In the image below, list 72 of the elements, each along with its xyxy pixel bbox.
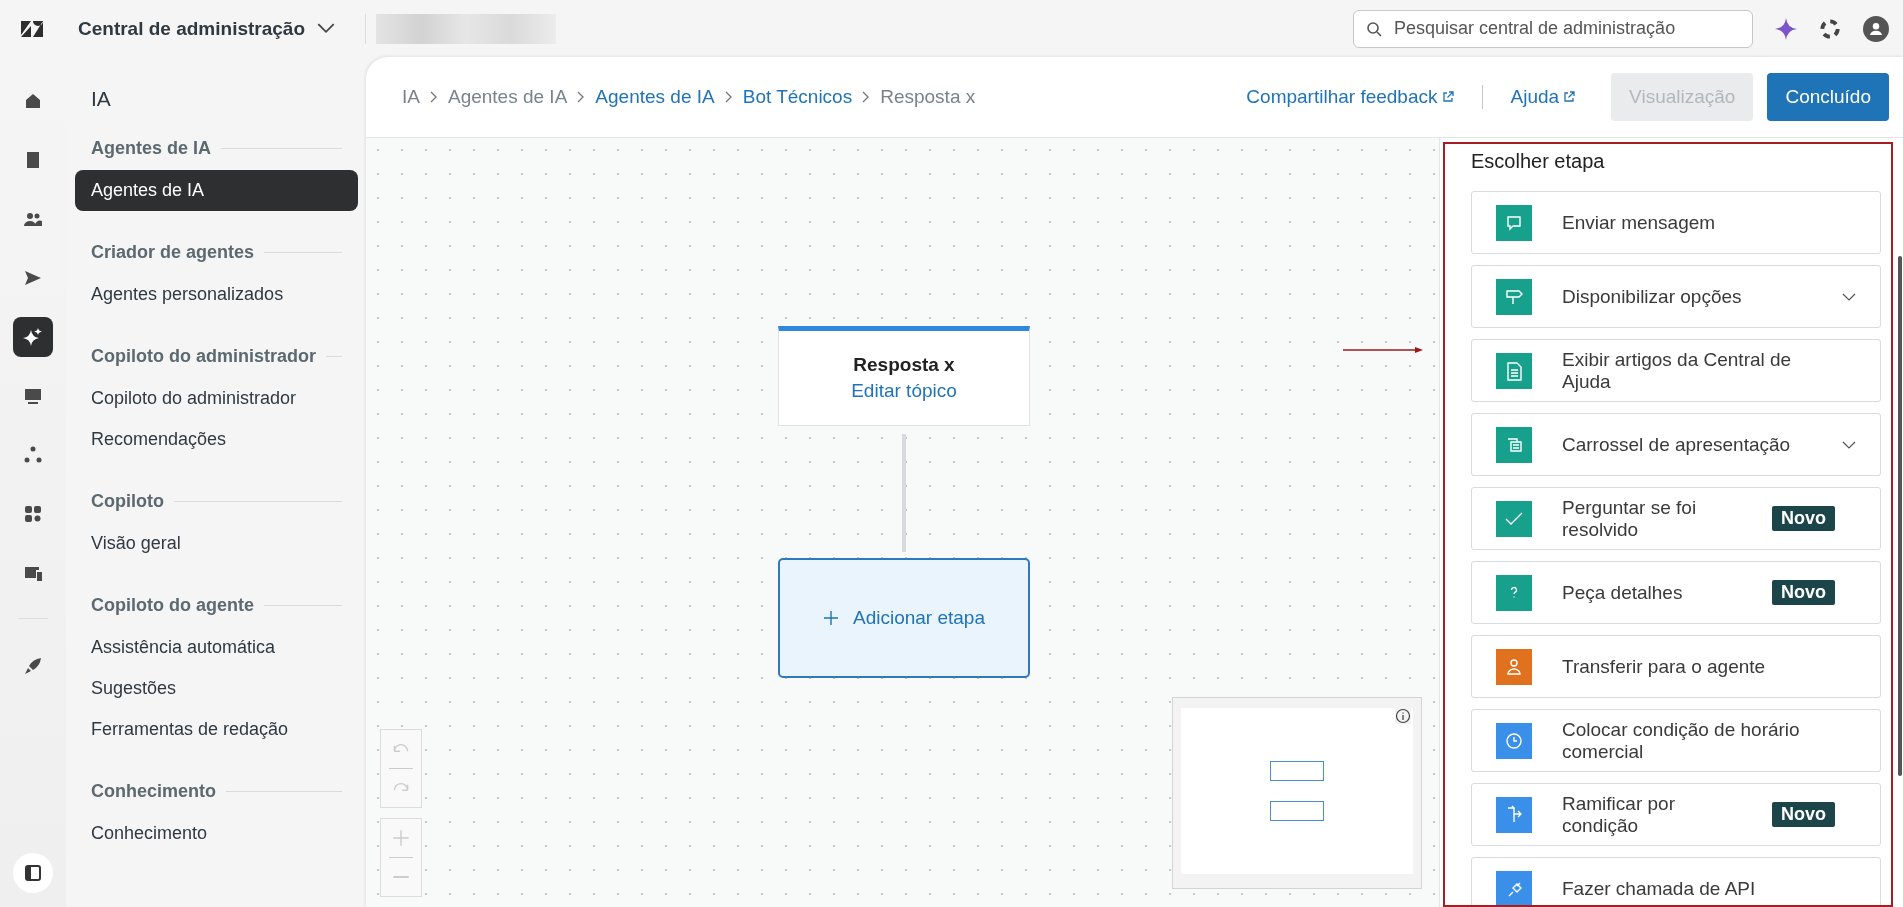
external-link-icon: [1563, 91, 1576, 103]
minimap-node: [1270, 761, 1324, 781]
chevron-down-icon[interactable]: [317, 23, 336, 34]
chevron-down-icon[interactable]: [1842, 440, 1856, 449]
new-badge: Novo: [1772, 580, 1835, 605]
section-heading: Copiloto do administrador: [91, 346, 316, 367]
step-option[interactable]: Fazer chamada de API: [1471, 857, 1881, 905]
chevron-right-icon: [724, 91, 733, 103]
step-label: Colocar condição de horário comercial: [1562, 718, 1801, 763]
sidebar-item[interactable]: Agentes personalizados: [75, 274, 358, 315]
minimap-node: [1270, 801, 1324, 821]
search-field[interactable]: Pesquisar central de administração: [1353, 9, 1753, 48]
avatar-icon[interactable]: [1863, 15, 1889, 42]
step-option[interactable]: Peça detalhes Novo: [1471, 561, 1881, 624]
sidebar-item[interactable]: Assistência automática: [75, 627, 358, 668]
step-label: Disponibilizar opções: [1562, 285, 1743, 308]
node-title: Resposta x: [853, 354, 955, 376]
step-option[interactable]: Perguntar se foi resolvido Novo: [1471, 487, 1881, 550]
step-label: Perguntar se foi resolvido: [1562, 496, 1698, 541]
plus-icon: [822, 610, 839, 626]
external-link[interactable]: Ajuda: [1510, 86, 1576, 108]
sidebar-item[interactable]: Copiloto do administrador: [75, 378, 358, 419]
section-heading: Agentes de IA: [91, 138, 212, 159]
edit-topic-link[interactable]: Editar tópico: [851, 380, 957, 402]
chevron-right-icon: [577, 91, 586, 103]
new-badge: Novo: [1772, 506, 1835, 531]
sparkle-icon[interactable]: [13, 317, 53, 357]
logo-icon[interactable]: [20, 19, 44, 38]
topic-node[interactable]: Resposta x Editar tópico: [778, 326, 1030, 426]
step-option[interactable]: Transferir para o agente: [1471, 635, 1881, 698]
sidebar-item[interactable]: Visão geral: [75, 523, 358, 564]
breadcrumb-item[interactable]: IA: [402, 86, 420, 108]
section-heading: Copiloto do agente: [91, 595, 254, 616]
external-link-icon: [1441, 91, 1454, 103]
step-label: Carrossel de apresentação: [1562, 433, 1792, 456]
sidebar-item[interactable]: Recomendações: [75, 419, 358, 460]
step-label: Exibir artigos da Central de Ajuda: [1562, 348, 1793, 393]
step-label: Enviar mensagem: [1562, 211, 1717, 234]
step-label: Ramificar por condição: [1562, 792, 1676, 837]
step-option[interactable]: Carrossel de apresentação: [1471, 413, 1881, 476]
section-heading: Conhecimento: [91, 781, 216, 802]
sidebar-item[interactable]: Conhecimento: [75, 813, 358, 854]
sidebar-item[interactable]: Sugestões: [75, 668, 358, 709]
step-option[interactable]: Ramificar por condição Novo: [1471, 783, 1881, 846]
section-heading: Copiloto: [91, 491, 164, 512]
step-option[interactable]: Colocar condição de horário comercial: [1471, 709, 1881, 772]
sidebar-title: IA: [90, 87, 112, 111]
action-button[interactable]: Concluído: [1767, 73, 1889, 121]
step-label: Transferir para o agente: [1562, 655, 1767, 678]
breadcrumb-item[interactable]: Agentes de IA: [595, 86, 715, 108]
panel-title: Escolher etapa: [1471, 150, 1606, 173]
info-icon[interactable]: [1395, 708, 1411, 724]
add-step-node[interactable]: Adicionar etapa: [778, 558, 1030, 678]
chevron-down-icon[interactable]: [1842, 292, 1856, 301]
step-label: Peça detalhes: [1562, 581, 1684, 604]
section-heading: Criador de agentes: [91, 242, 255, 263]
breadcrumb-item[interactable]: Agentes de IA: [447, 86, 568, 108]
help-icon[interactable]: [1819, 17, 1841, 40]
step-option[interactable]: Disponibilizar opções: [1471, 265, 1881, 328]
product-switcher[interactable]: Central de administração: [78, 17, 336, 40]
breadcrumb-item[interactable]: Resposta x: [880, 86, 976, 108]
sidebar-item[interactable]: Agentes de IA: [75, 170, 358, 211]
external-link[interactable]: Compartilhar feedback: [1246, 86, 1454, 108]
sidebar-item[interactable]: Ferramentas de redação: [75, 709, 358, 750]
step-label: Fazer chamada de API: [1562, 877, 1757, 900]
step-option[interactable]: Enviar mensagem: [1471, 191, 1881, 254]
chevron-right-icon: [862, 91, 871, 103]
chevron-right-icon: [429, 91, 438, 103]
new-badge: Novo: [1772, 802, 1835, 827]
breadcrumb-item[interactable]: Bot Técnicos: [742, 86, 853, 108]
panel-toggle-icon[interactable]: [13, 853, 53, 893]
step-option[interactable]: Exibir artigos da Central de Ajuda: [1471, 339, 1881, 402]
